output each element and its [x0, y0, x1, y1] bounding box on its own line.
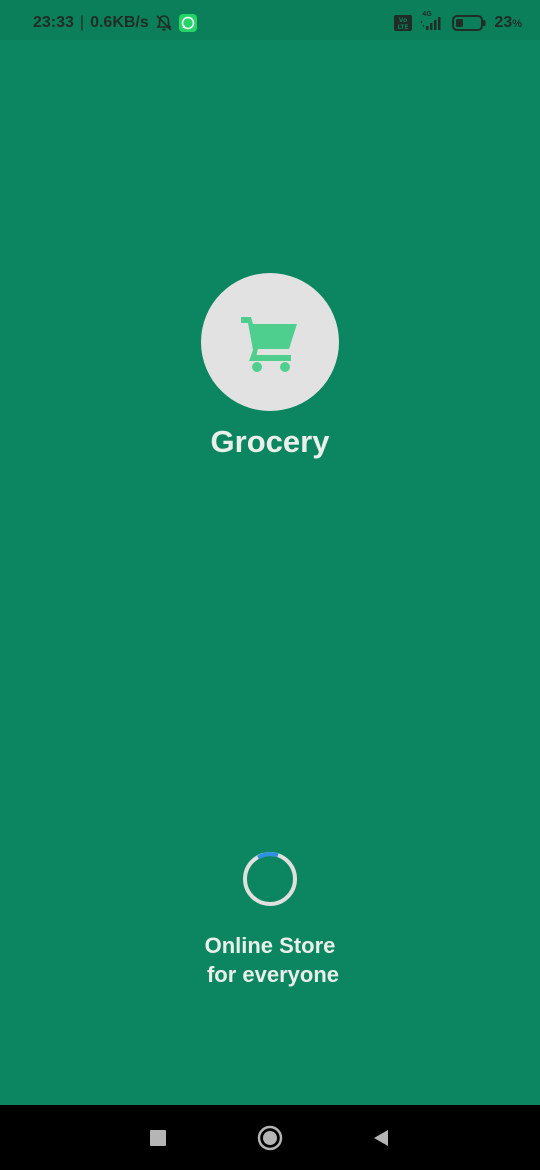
- back-button[interactable]: [368, 1125, 394, 1151]
- recent-apps-icon: [150, 1130, 166, 1146]
- back-icon: [374, 1130, 388, 1146]
- tagline-line2: for everyone: [206, 962, 340, 987]
- whatsapp-icon: [178, 14, 197, 32]
- status-speed: 0.6KB/s: [90, 14, 149, 31]
- svg-text:LTE: LTE: [398, 24, 409, 31]
- svg-text:Vo: Vo: [399, 17, 407, 24]
- app-title: Grocery: [210, 424, 330, 459]
- network-type: 4G: [422, 11, 432, 18]
- status-separator: |: [79, 14, 85, 31]
- bell-off-icon: [155, 14, 173, 32]
- status-bar: 23:33 | 0.6KB/s Vo LTE 4G 23%: [0, 0, 540, 40]
- status-time: 23:33: [33, 14, 74, 31]
- battery-level: 23%: [494, 14, 522, 31]
- signal-icon: 4G: [420, 11, 444, 31]
- loading-spinner: [240, 849, 300, 909]
- recent-apps-button[interactable]: [145, 1125, 171, 1151]
- status-right: Vo LTE 4G 23%: [394, 11, 522, 32]
- app-logo: [201, 273, 339, 411]
- navigation-bar: [0, 1105, 540, 1170]
- shopping-cart-icon: [241, 317, 297, 372]
- status-left: 23:33 | 0.6KB/s: [33, 14, 197, 32]
- tagline-line1: Online Store: [204, 933, 336, 958]
- battery-icon: [452, 15, 486, 31]
- volte-icon: Vo LTE: [394, 15, 413, 31]
- home-button[interactable]: [257, 1125, 283, 1151]
- tagline: Online Store for everyone: [0, 931, 540, 989]
- home-icon: [257, 1125, 283, 1151]
